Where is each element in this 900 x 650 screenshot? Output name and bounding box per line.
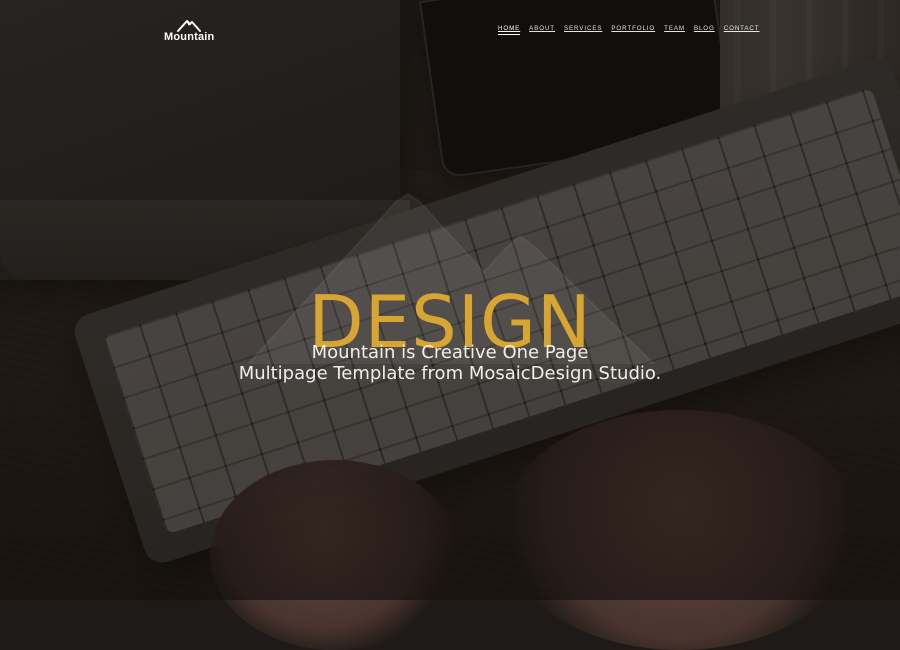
nav-team[interactable]: TEAM	[664, 25, 685, 35]
nav-blog[interactable]: BLOG	[694, 25, 715, 35]
main-nav: HOME ABOUT SERVICES PORTFOLIO TEAM BLOG …	[498, 25, 768, 35]
mountain-logo-icon	[177, 20, 202, 32]
nav-contact[interactable]: CONTACT	[724, 25, 760, 35]
nav-home[interactable]: HOME	[498, 25, 521, 35]
nav-about[interactable]: ABOUT	[529, 25, 555, 35]
brand-name: Mountain	[164, 31, 215, 43]
hero-subtitle: Mountain is Creative One Page Multipage …	[0, 342, 900, 384]
hero-subtitle-line1: Mountain is Creative One Page	[311, 342, 589, 363]
brand-logo-link[interactable]: Mountain	[164, 18, 214, 43]
hero-content: DESIGN Mountain is Creative One Page Mul…	[0, 0, 900, 600]
nav-portfolio[interactable]: PORTFOLIO	[611, 25, 655, 35]
hero-subtitle-line2: Multipage Template from MosaicDesign Stu…	[238, 363, 662, 384]
nav-services[interactable]: SERVICES	[564, 25, 602, 35]
top-navigation-bar: Mountain HOME ABOUT SERVICES PORTFOLIO T…	[0, 0, 900, 60]
